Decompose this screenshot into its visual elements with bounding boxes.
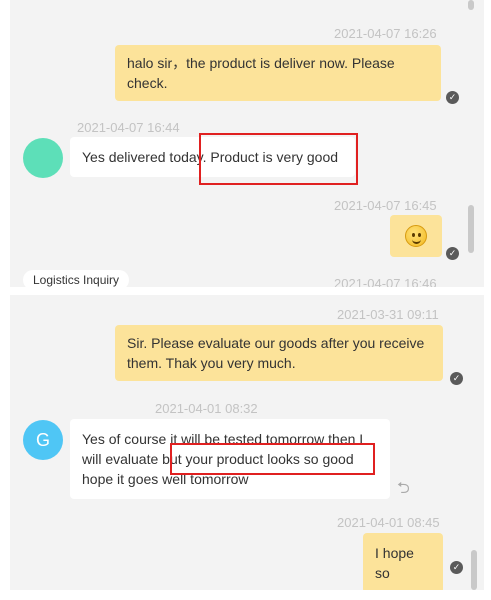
message-timestamp: 2021-04-01 08:32	[155, 401, 258, 416]
scrollbar-thumb[interactable]	[471, 550, 477, 590]
reply-icon[interactable]: ⮌	[397, 477, 410, 504]
message-timestamp: 2021-04-07 16:44	[77, 120, 180, 135]
incoming-message-bubble[interactable]: Yes of course it will be tested tomorrow…	[70, 419, 390, 499]
avatar[interactable]: G	[23, 420, 63, 460]
quick-reply-chip-logistics-inquiry[interactable]: Logistics Inquiry	[23, 270, 130, 287]
incoming-message-bubble[interactable]: Yes delivered today. Product is very goo…	[70, 137, 355, 177]
smiley-emoji-icon	[405, 225, 427, 247]
message-timestamp: 2021-04-07 16:46	[334, 276, 437, 287]
read-check-icon: ✓	[450, 372, 463, 385]
read-check-icon: ✓	[446, 247, 459, 260]
outgoing-emoji-bubble[interactable]	[390, 215, 442, 257]
chat-panel-2: 2021-03-31 09:11 Sir. Please evaluate ou…	[10, 295, 484, 590]
outgoing-message-bubble[interactable]: I hope so	[363, 533, 443, 590]
outgoing-message-bubble[interactable]: halo sir，the product is deliver now. Ple…	[115, 45, 441, 101]
read-check-icon: ✓	[446, 91, 459, 104]
message-timestamp: 2021-04-07 16:45	[334, 198, 437, 213]
avatar[interactable]	[23, 138, 63, 178]
message-timestamp: 2021-04-01 08:45	[337, 515, 440, 530]
read-check-icon: ✓	[450, 561, 463, 574]
message-timestamp: 2021-03-31 09:11	[337, 307, 439, 322]
scrollbar-thumb[interactable]	[468, 205, 474, 253]
outgoing-message-bubble[interactable]: Sir. Please evaluate our goods after you…	[115, 325, 443, 381]
scrollbar-thumb-top[interactable]	[468, 0, 474, 10]
message-timestamp: 2021-04-07 16:26	[334, 26, 437, 41]
chat-panel-1: 2021-04-07 16:26 halo sir，the product is…	[10, 0, 484, 287]
